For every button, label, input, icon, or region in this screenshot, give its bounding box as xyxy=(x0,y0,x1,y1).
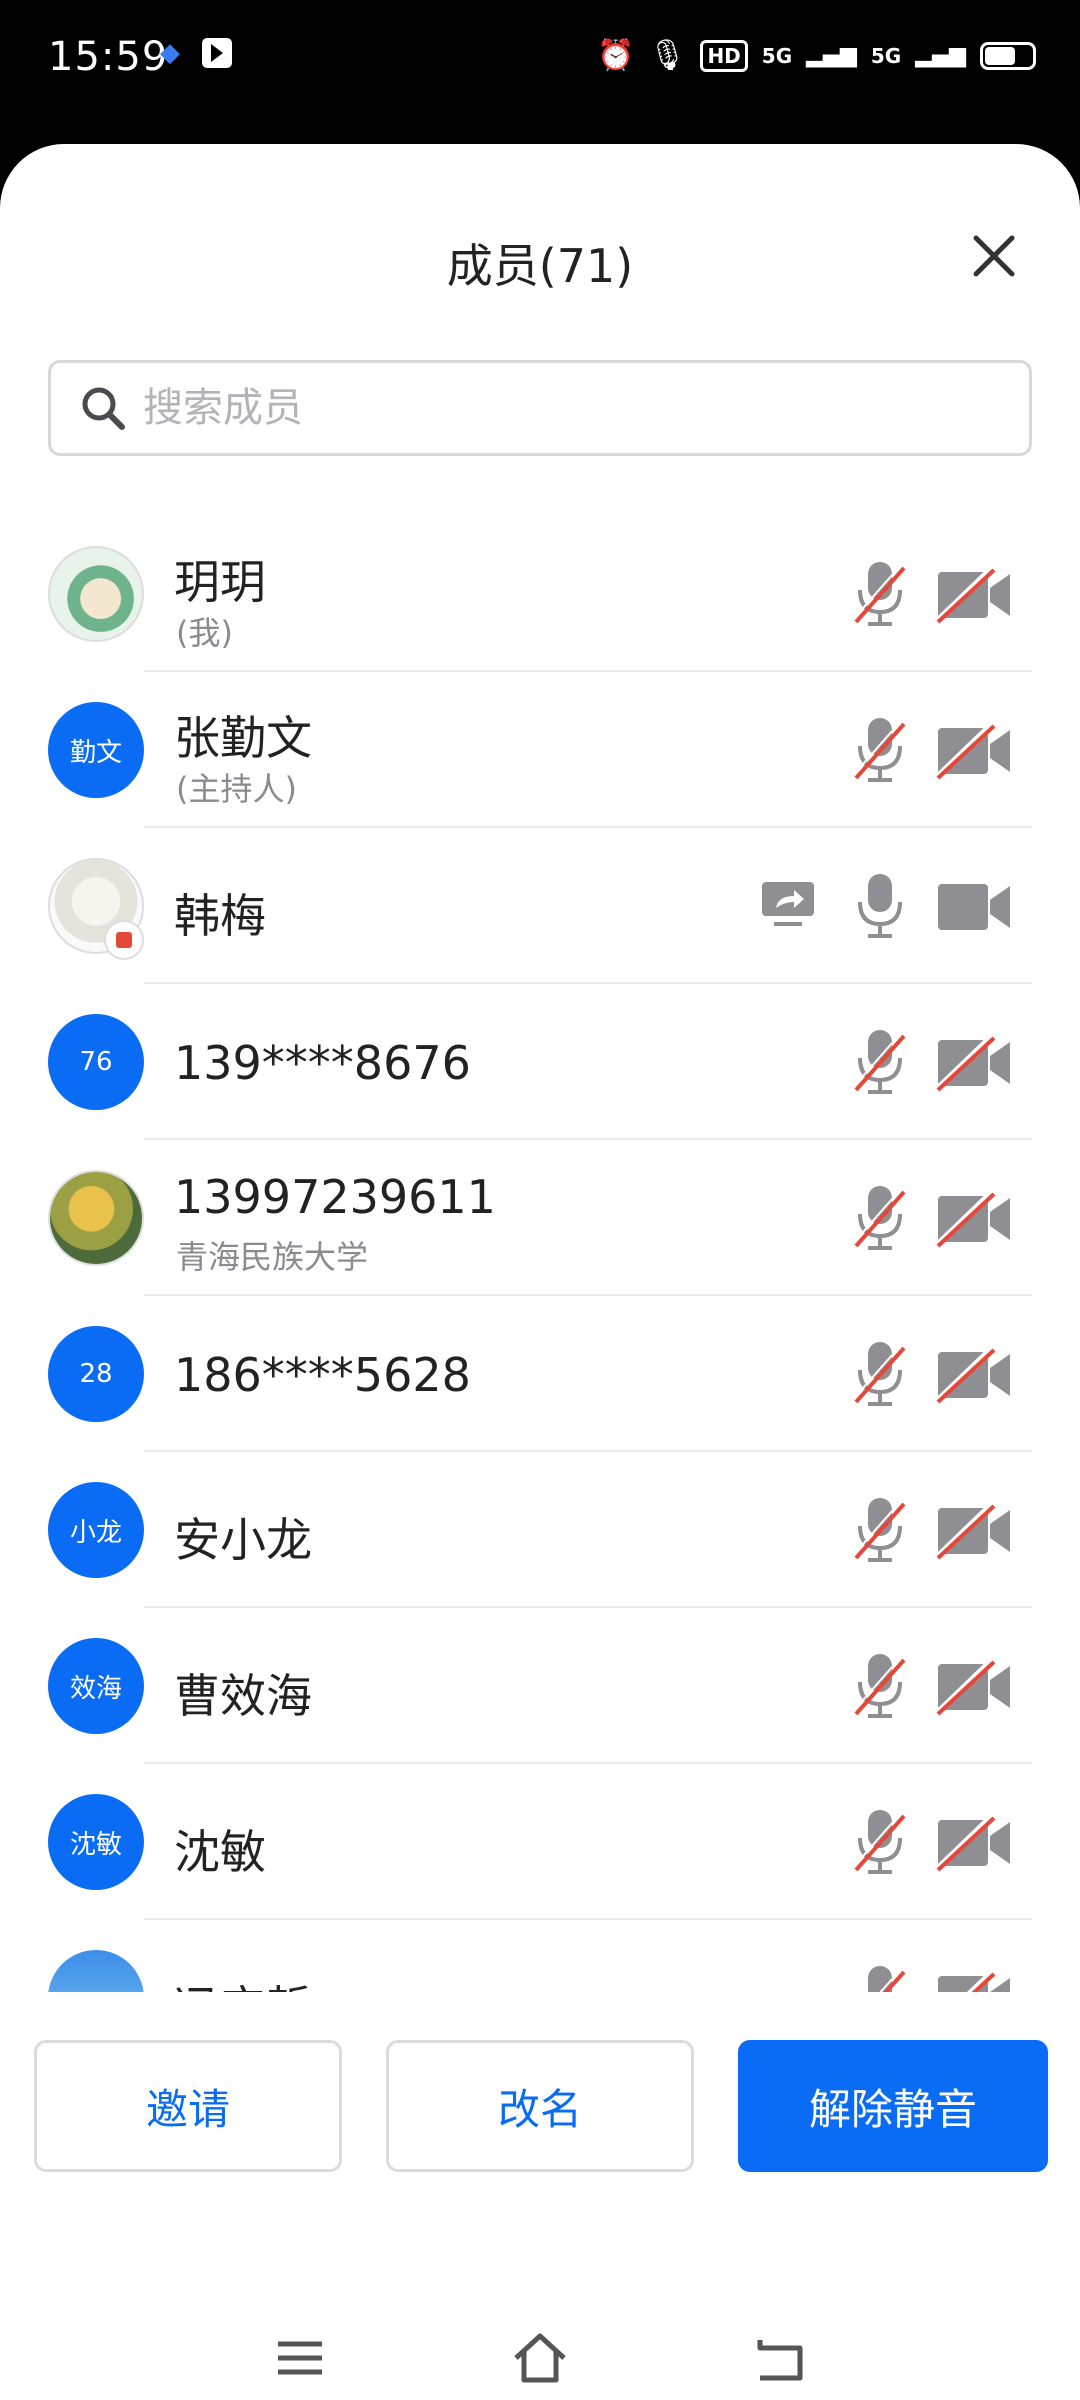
member-name: 玥玥 xyxy=(174,555,266,609)
status-time: 15:59 xyxy=(48,34,169,80)
status-notification-icons: ◆ xyxy=(160,38,232,68)
back-icon[interactable] xyxy=(752,2330,808,2386)
app-notification-icon: ◆ xyxy=(160,38,180,68)
camera-icon[interactable] xyxy=(936,1970,1012,1992)
member-subtitle: (我) xyxy=(176,614,233,652)
camera-icon[interactable] xyxy=(936,1658,1012,1716)
avatar: 76 xyxy=(48,1014,144,1110)
camera-icon[interactable] xyxy=(936,1814,1012,1872)
member-name: 张勤文 xyxy=(174,711,312,765)
member-row[interactable]: 效海 曹效海 xyxy=(0,1608,1080,1764)
member-name: 韩梅 xyxy=(174,889,266,943)
mic-icon[interactable] xyxy=(852,1340,908,1408)
member-row[interactable]: 韩梅 xyxy=(0,828,1080,984)
camera-icon[interactable] xyxy=(936,1502,1012,1560)
close-icon xyxy=(973,235,1015,277)
mic-icon[interactable] xyxy=(852,1652,908,1720)
search-input[interactable] xyxy=(143,385,963,431)
member-row[interactable]: 小龙 安小龙 xyxy=(0,1452,1080,1608)
signal-bars-icon: ▂▄▆ xyxy=(806,43,857,68)
signal-5g-icon: 5G xyxy=(761,43,793,68)
camera-icon[interactable] xyxy=(936,1034,1012,1092)
status-system-icons: ⏰ 🎙 HD 5G ▂▄▆ 5G ▂▄▆ xyxy=(597,38,1036,73)
hd-badge: HD xyxy=(700,39,748,72)
member-name: 13997239611 xyxy=(174,1170,496,1224)
avatar: 小龙 xyxy=(48,1482,144,1578)
member-row[interactable]: 13997239611 青海民族大学 xyxy=(0,1140,1080,1296)
member-row[interactable]: 28 186****5628 xyxy=(0,1296,1080,1452)
member-row[interactable]: 76 139****8676 xyxy=(0,984,1080,1140)
mic-icon[interactable] xyxy=(852,1028,908,1096)
member-name: 曹效海 xyxy=(174,1669,312,1723)
screen-share-icon[interactable] xyxy=(760,880,816,928)
member-name: 沈敏 xyxy=(174,1825,266,1879)
avatar: 沈敏 xyxy=(48,1794,144,1890)
search-box[interactable] xyxy=(48,360,1032,456)
avatar: 28 xyxy=(48,1326,144,1422)
camera-icon[interactable] xyxy=(936,1346,1012,1404)
close-button[interactable] xyxy=(966,228,1022,284)
mic-icon[interactable] xyxy=(852,1808,908,1876)
member-name: 139****8676 xyxy=(174,1036,471,1090)
search-icon xyxy=(82,387,125,430)
member-name: 安小龙 xyxy=(174,1513,312,1567)
member-row[interactable]: 玥玥 (我) xyxy=(0,516,1080,672)
camera-icon[interactable] xyxy=(936,1190,1012,1248)
mic-icon[interactable] xyxy=(852,872,908,940)
mic-icon[interactable] xyxy=(852,1496,908,1564)
action-bar: 邀请 改名 解除静音 xyxy=(0,2040,1080,2172)
home-icon[interactable] xyxy=(512,2330,568,2386)
signal-bars-icon-2: ▂▄▆ xyxy=(915,43,966,68)
member-row[interactable]: 冯宝哲 xyxy=(0,1920,1080,1992)
member-subtitle: (主持人) xyxy=(176,770,297,808)
member-row[interactable]: 勤文 张勤文 (主持人) xyxy=(0,672,1080,828)
status-bar: 15:59 ◆ ⏰ 🎙 HD 5G ▂▄▆ 5G ▂▄▆ xyxy=(0,0,1080,140)
alarm-icon: ⏰ xyxy=(596,38,635,73)
members-sheet: 成员(71) 玥玥 (我) 勤文 张勤文 xyxy=(0,144,1080,2400)
signal-5g-icon-2: 5G xyxy=(870,43,902,68)
avatar: 勤文 xyxy=(48,702,144,798)
mic-icon[interactable] xyxy=(852,1964,908,1992)
camera-icon[interactable] xyxy=(936,566,1012,624)
avatar: 效海 xyxy=(48,1638,144,1734)
member-name: 186****5628 xyxy=(174,1348,471,1402)
avatar xyxy=(48,1950,144,1992)
mic-icon[interactable] xyxy=(852,560,908,628)
mic-icon[interactable] xyxy=(852,1184,908,1252)
invite-button[interactable]: 邀请 xyxy=(34,2040,342,2172)
unmute-button[interactable]: 解除静音 xyxy=(738,2040,1048,2172)
member-subtitle: 青海民族大学 xyxy=(176,1238,369,1276)
mic-status-icon: 🎙 xyxy=(648,38,687,73)
sharing-badge-icon xyxy=(104,920,144,960)
page-title: 成员(71) xyxy=(446,239,634,293)
menu-icon[interactable] xyxy=(272,2330,328,2386)
system-nav-bar xyxy=(0,2308,1080,2400)
mic-icon[interactable] xyxy=(852,716,908,784)
member-row[interactable]: 沈敏 沈敏 xyxy=(0,1764,1080,1920)
rename-button[interactable]: 改名 xyxy=(386,2040,694,2172)
camera-icon[interactable] xyxy=(936,722,1012,780)
camera-icon[interactable] xyxy=(936,878,1012,936)
battery-icon xyxy=(980,41,1036,70)
avatar xyxy=(48,546,144,642)
member-list[interactable]: 玥玥 (我) 勤文 张勤文 (主持人) 韩梅 76 139****8676 13… xyxy=(0,516,1080,1992)
media-notification-icon xyxy=(202,38,232,68)
avatar xyxy=(48,1170,144,1266)
member-name: 冯宝哲 xyxy=(174,1972,312,1992)
